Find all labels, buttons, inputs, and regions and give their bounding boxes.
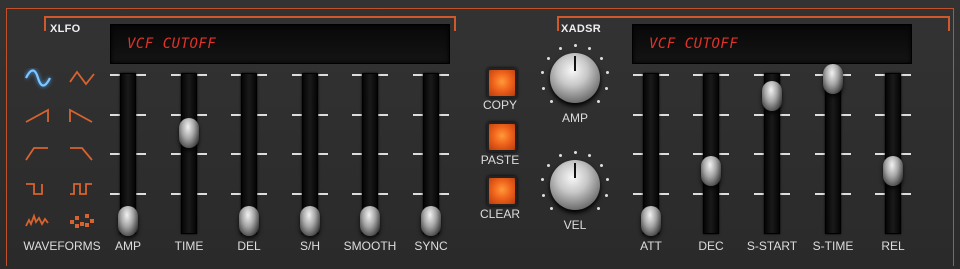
knob-scale-dot — [542, 193, 546, 197]
xlfo-slider-track-time[interactable] — [181, 73, 197, 234]
knob-scale-dot — [604, 86, 608, 90]
vel-knob[interactable] — [550, 160, 600, 210]
xlfo-display-text: VCF CUTOFF — [127, 36, 217, 52]
knob-scale-dot — [542, 86, 546, 90]
xlfo-slider-handle-del[interactable] — [239, 206, 259, 236]
xadsr-slider-handle-sstart[interactable] — [762, 81, 782, 112]
xadsr-group-bracket — [557, 16, 950, 31]
vel-knob-indicator — [574, 163, 576, 178]
xadsr-slider-track-stime[interactable] — [825, 73, 841, 234]
knob-scale-dot — [546, 164, 550, 168]
xadsr-slider-track-rel[interactable] — [885, 73, 901, 234]
knob-scale-dot — [573, 150, 577, 154]
xadsr-slider-label: REL — [881, 239, 905, 253]
knob-scale-dot — [558, 47, 562, 51]
decay-attack-icon[interactable] — [68, 144, 98, 166]
vel-knob-label: VEL — [563, 218, 587, 232]
clear-button[interactable] — [487, 176, 517, 206]
xlfo-group-bracket — [44, 16, 456, 31]
xlfo-slider-handle-time[interactable] — [179, 117, 199, 148]
synth-panel: XLFO VCF CUTOFF XADSR VCF CUTOFF WAVEFOR… — [0, 0, 960, 269]
knob-scale-dot — [550, 99, 554, 103]
knob-scale-dot — [558, 154, 562, 158]
ramp-up-icon[interactable] — [24, 106, 54, 128]
clear-label: CLEAR — [479, 207, 520, 221]
xlfo-slider-handle-amp[interactable] — [118, 206, 138, 236]
xadsr-slider-label: S-START — [746, 239, 798, 253]
xlfo-slider-label: SMOOTH — [343, 239, 397, 253]
knob-scale-dot — [573, 43, 577, 47]
xlfo-slider-label: AMP — [114, 239, 141, 253]
xadsr-slider-handle-att[interactable] — [641, 206, 661, 236]
xadsr-display: VCF CUTOFF — [632, 24, 912, 64]
xadsr-slider-handle-stime[interactable] — [823, 64, 843, 94]
xadsr-title: XADSR — [561, 23, 602, 35]
paste-label: PASTE — [480, 153, 520, 167]
knob-scale-dot — [604, 193, 608, 197]
copy-button[interactable] — [487, 68, 517, 98]
square-icon[interactable] — [24, 178, 54, 200]
xadsr-display-text: VCF CUTOFF — [649, 36, 739, 52]
paste-button[interactable] — [487, 122, 517, 152]
xlfo-slider-label: SYNC — [414, 239, 448, 253]
waveforms-label: WAVEFORMS — [23, 239, 101, 253]
noise-icon[interactable] — [24, 210, 54, 232]
knob-scale-dot — [546, 57, 550, 61]
xlfo-slider-handle-sh[interactable] — [300, 206, 320, 236]
attack-decay-icon[interactable] — [24, 144, 54, 166]
xlfo-slider-handle-sync[interactable] — [421, 206, 441, 236]
xlfo-title: XLFO — [50, 23, 81, 35]
random-steps-icon[interactable] — [68, 210, 98, 232]
triangle-icon[interactable] — [68, 68, 98, 90]
knob-scale-dot — [596, 206, 600, 210]
amp-knob-indicator — [574, 56, 576, 71]
xlfo-slider-handle-smooth[interactable] — [360, 206, 380, 236]
ramp-down-icon[interactable] — [68, 106, 98, 128]
amp-knob-label: AMP — [561, 111, 588, 125]
sine-icon[interactable] — [24, 68, 54, 90]
xlfo-slider-label: DEL — [237, 239, 261, 253]
copy-label: COPY — [482, 98, 517, 112]
xadsr-slider-label: DEC — [698, 239, 724, 253]
knob-scale-dot — [596, 99, 600, 103]
pulse-icon[interactable] — [68, 178, 98, 200]
xadsr-slider-handle-dec[interactable] — [701, 156, 721, 187]
knob-scale-dot — [550, 206, 554, 210]
amp-knob[interactable] — [550, 53, 600, 103]
xadsr-slider-handle-rel[interactable] — [883, 156, 903, 187]
xlfo-display: VCF CUTOFF — [110, 24, 450, 64]
xadsr-slider-track-dec[interactable] — [703, 73, 719, 234]
